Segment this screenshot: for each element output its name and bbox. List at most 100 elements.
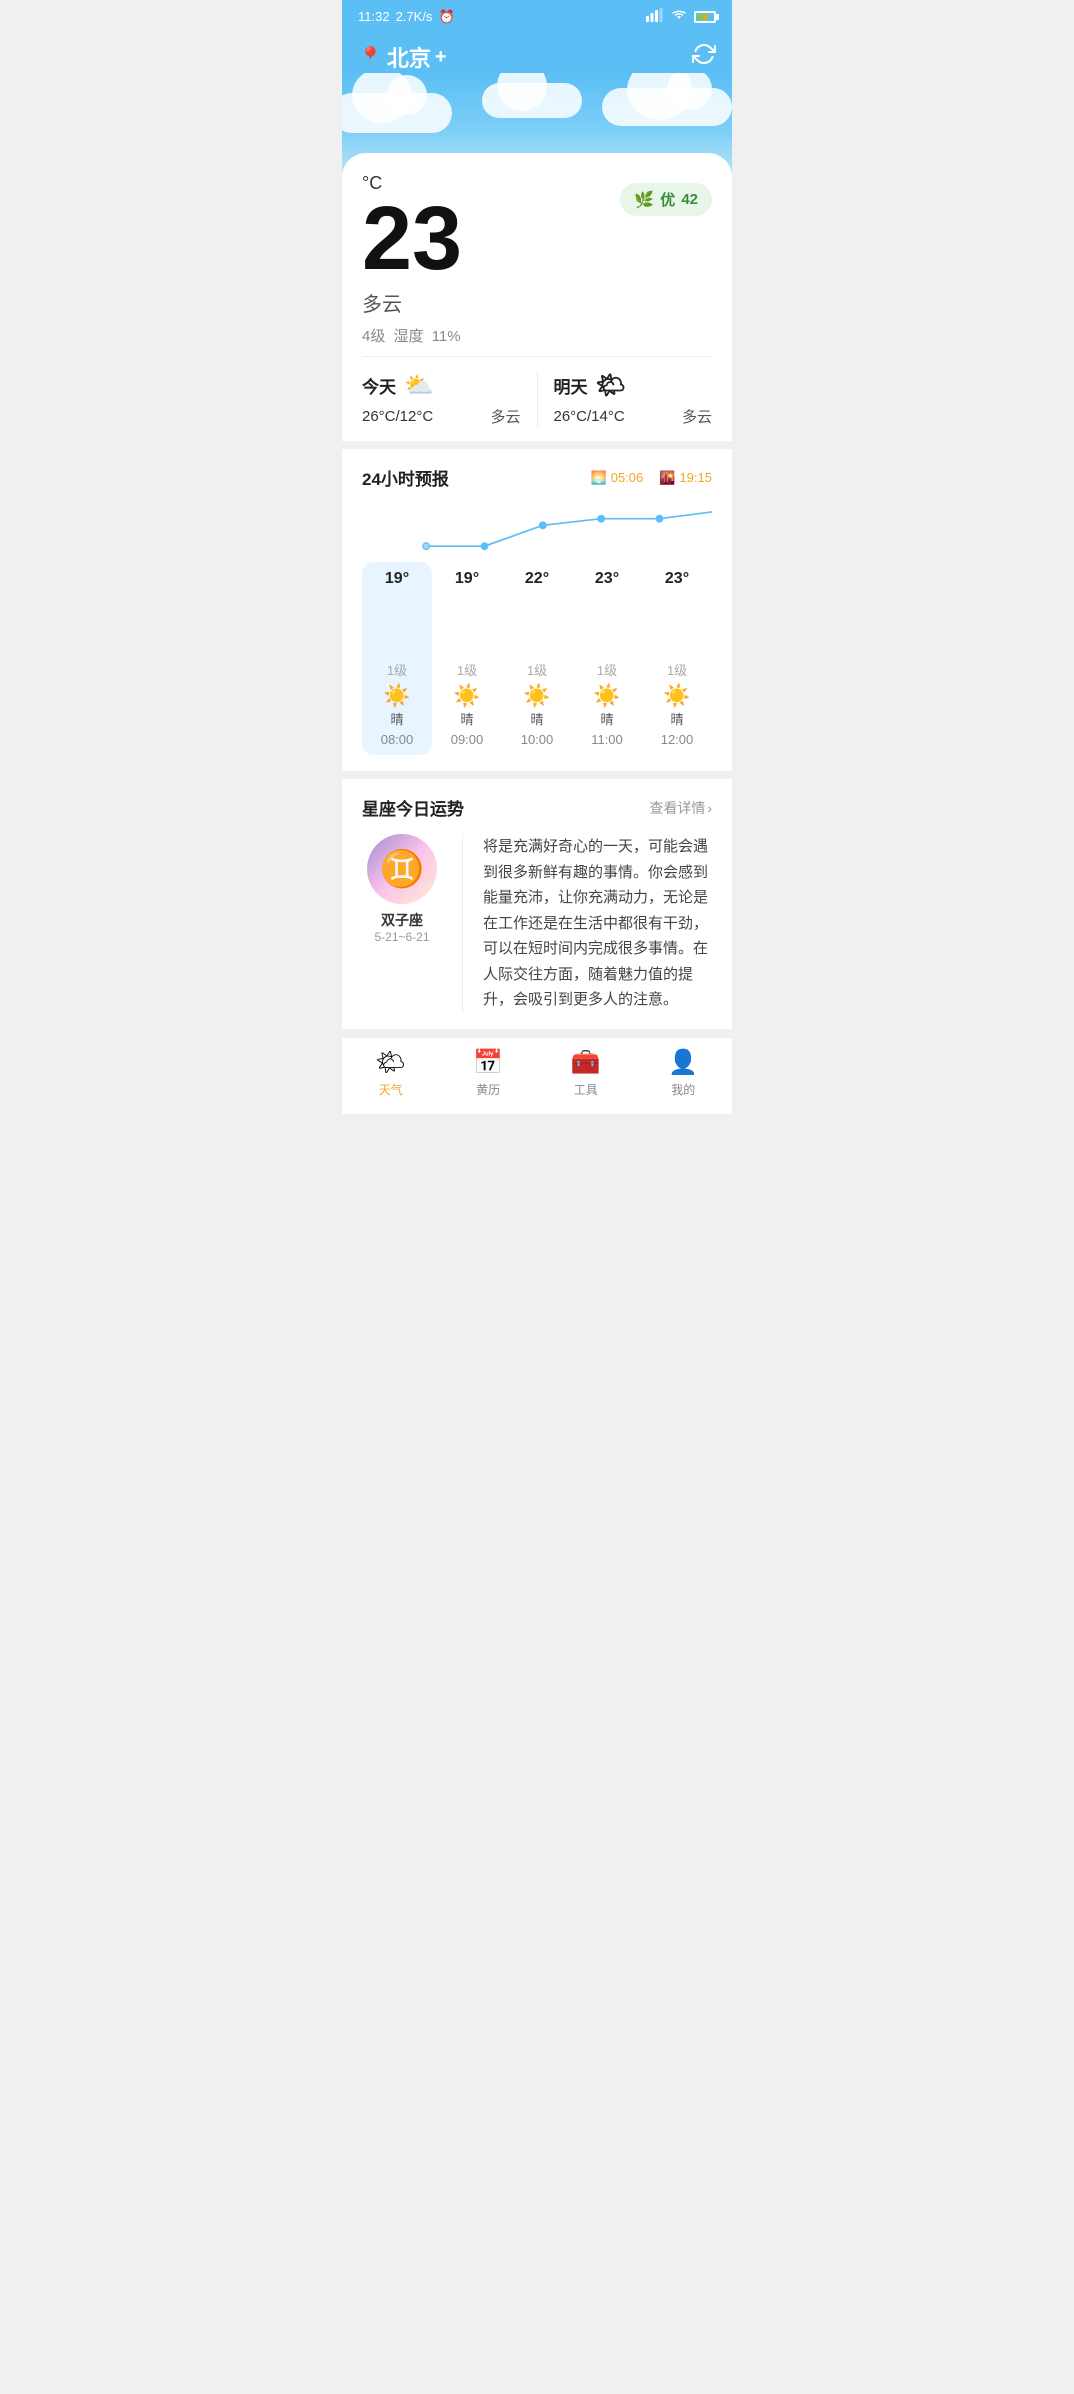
tools-nav-label: 工具	[574, 1081, 598, 1098]
hourly-cond-text-4: 晴	[670, 709, 683, 728]
hourly-time-0: 08:00	[381, 732, 414, 747]
hourly-items-container: 19° 1级 ☀️ 晴 08:00 19° 1级 ☀️ 晴 09:00 22°	[362, 562, 712, 755]
leaf-icon: 🌿	[634, 190, 654, 210]
hourly-temp-2: 22°	[525, 570, 549, 588]
divider	[462, 834, 463, 1013]
status-network: 2.7K/s	[396, 9, 433, 24]
nav-almanac[interactable]: 📅 黄历	[440, 1048, 538, 1098]
hourly-cond-text-3: 晴	[600, 709, 613, 728]
temperature-section: °C 23 多云 4级 湿度 11%	[362, 173, 462, 346]
hourly-wind-3: 1级	[597, 660, 617, 679]
today-temp: 26°C/12°C	[362, 408, 433, 425]
temperature-display: 23	[362, 194, 462, 284]
hourly-cond-text-1: 晴	[460, 709, 473, 728]
refresh-button[interactable]	[692, 42, 716, 72]
wind-level: 4级	[362, 328, 385, 345]
hourly-temp-3: 23°	[595, 570, 619, 588]
hourly-time-4: 12:00	[661, 732, 694, 747]
tomorrow-condition: 多云	[682, 406, 712, 427]
chevron-right-icon: ›	[707, 800, 712, 816]
hourly-cond-icon-2: ☀️	[523, 683, 550, 709]
hourly-wind-4: 1级	[667, 660, 687, 679]
tomorrow-text: 明天	[554, 373, 588, 398]
hourly-cond-icon-0: ☀️	[383, 683, 410, 709]
current-weather-section: °C 23 多云 4级 湿度 11% 🌿 优 42	[362, 173, 712, 356]
bottom-navigation: 🌤 天气 📅 黄历 🧰 工具 👤 我的	[342, 1037, 732, 1114]
24h-forecast-section: 24小时预报 🌅 05:06 🌇 19:15	[342, 449, 732, 771]
today-condition: 多云	[490, 406, 520, 427]
horoscope-detail-link[interactable]: 查看详情 ›	[649, 798, 712, 818]
tools-nav-icon: 🧰	[571, 1048, 601, 1077]
weather-nav-icon: 🌤	[376, 1048, 406, 1077]
24h-title: 24小时预报	[362, 465, 449, 490]
zodiac-date: 5-21~6-21	[362, 930, 442, 944]
temp-line-chart	[362, 502, 712, 562]
horoscope-description: 将是充满好奇心的一天，可能会遇到很多新鲜有趣的事情。你会感到能量充沛，让你充满动…	[483, 834, 712, 1013]
tomorrow-weather-icon: 🌤	[596, 371, 626, 400]
humidity-value: 11%	[432, 328, 461, 345]
daily-forecast-row: 今天 ⛅ 26°C/12°C 多云 明天 🌤 26°C/14°C 多云	[362, 356, 712, 441]
weather-nav-label: 天气	[379, 1081, 403, 1098]
hourly-cond-icon-3: ☀️	[593, 683, 620, 709]
detail-label: 查看详情	[649, 798, 705, 818]
sunrise-time: 05:06	[611, 470, 644, 485]
almanac-nav-icon: 📅	[473, 1048, 503, 1077]
add-city-button[interactable]: +	[435, 46, 447, 69]
today-weather-icon: ⛅	[404, 371, 434, 400]
zodiac-icon: ♊ 双子座 5-21~6-21	[362, 834, 442, 944]
sunset-item: 🌇 19:15	[659, 470, 712, 486]
cloud-1	[342, 93, 452, 133]
zodiac-emoji: ♊	[380, 848, 425, 890]
sunset-time: 19:15	[679, 470, 712, 485]
battery-icon	[694, 11, 716, 23]
city-name: 北京	[387, 41, 431, 73]
hourly-item-0: 19° 1级 ☀️ 晴 08:00	[362, 562, 432, 755]
app-header: 📍 北京 +	[342, 33, 732, 73]
sunrise-sunset-info: 🌅 05:06 🌇 19:15	[591, 470, 712, 486]
horoscope-content: ♊ 双子座 5-21~6-21 将是充满好奇心的一天，可能会遇到很多新鲜有趣的事…	[362, 834, 712, 1013]
profile-nav-icon: 👤	[668, 1048, 698, 1077]
hourly-wind-2: 1级	[527, 660, 547, 679]
hourly-time-2: 10:00	[521, 732, 554, 747]
cloud-3	[602, 88, 732, 126]
zodiac-name: 双子座	[362, 910, 442, 930]
horoscope-title: 星座今日运势	[362, 795, 464, 820]
hourly-cond-text-2: 晴	[530, 709, 543, 728]
almanac-nav-label: 黄历	[476, 1081, 500, 1098]
hourly-temp-4: 23°	[665, 570, 689, 588]
zodiac-image: ♊	[367, 834, 437, 904]
hourly-time-3: 11:00	[591, 732, 623, 747]
alarm-icon: ⏰	[438, 9, 454, 25]
hourly-time-1: 09:00	[451, 732, 484, 747]
today-text: 今天	[362, 373, 396, 398]
horoscope-section: 星座今日运势 查看详情 › ♊ 双子座 5-21~6-21 将是充满好奇心的一天…	[342, 779, 732, 1029]
hourly-item-1: 19° 1级 ☀️ 晴 09:00	[432, 562, 502, 755]
location-display[interactable]: 📍 北京 +	[358, 41, 447, 73]
weather-description: 多云	[362, 288, 462, 317]
hourly-chart-container: 19° 1级 ☀️ 晴 08:00 19° 1级 ☀️ 晴 09:00 22°	[362, 502, 712, 755]
aqi-badge: 🌿 优 42	[620, 183, 712, 216]
sunrise-icon: 🌅	[591, 470, 607, 486]
cloud-2	[482, 83, 582, 118]
hourly-scroll[interactable]: 19° 1级 ☀️ 晴 08:00 19° 1级 ☀️ 晴 09:00 22°	[362, 502, 712, 755]
tomorrow-label: 明天 🌤	[554, 371, 713, 400]
hourly-item-4: 23° 1级 ☀️ 晴 12:00	[642, 562, 712, 755]
status-time: 11:32	[358, 9, 390, 24]
today-label: 今天 ⛅	[362, 371, 521, 400]
profile-nav-label: 我的	[671, 1081, 695, 1098]
today-forecast: 今天 ⛅ 26°C/12°C 多云	[362, 371, 521, 427]
24h-header: 24小时预报 🌅 05:06 🌇 19:15	[362, 465, 712, 490]
tomorrow-temp: 26°C/14°C	[554, 408, 625, 425]
hourly-cond-icon-1: ☀️	[453, 683, 480, 709]
humidity-label: 湿度	[394, 328, 424, 345]
wind-humidity-display: 4级 湿度 11%	[362, 325, 462, 346]
nav-weather[interactable]: 🌤 天气	[342, 1048, 440, 1098]
hourly-wind-1: 1级	[457, 660, 477, 679]
status-bar: 11:32 2.7K/s ⏰	[342, 0, 732, 33]
hourly-item-2: 22° 1级 ☀️ 晴 10:00	[502, 562, 572, 755]
nav-profile[interactable]: 👤 我的	[635, 1048, 733, 1098]
hourly-wind-0: 1级	[387, 660, 407, 679]
wifi-icon	[670, 8, 688, 25]
sunrise-item: 🌅 05:06	[591, 470, 644, 486]
nav-tools[interactable]: 🧰 工具	[537, 1048, 635, 1098]
